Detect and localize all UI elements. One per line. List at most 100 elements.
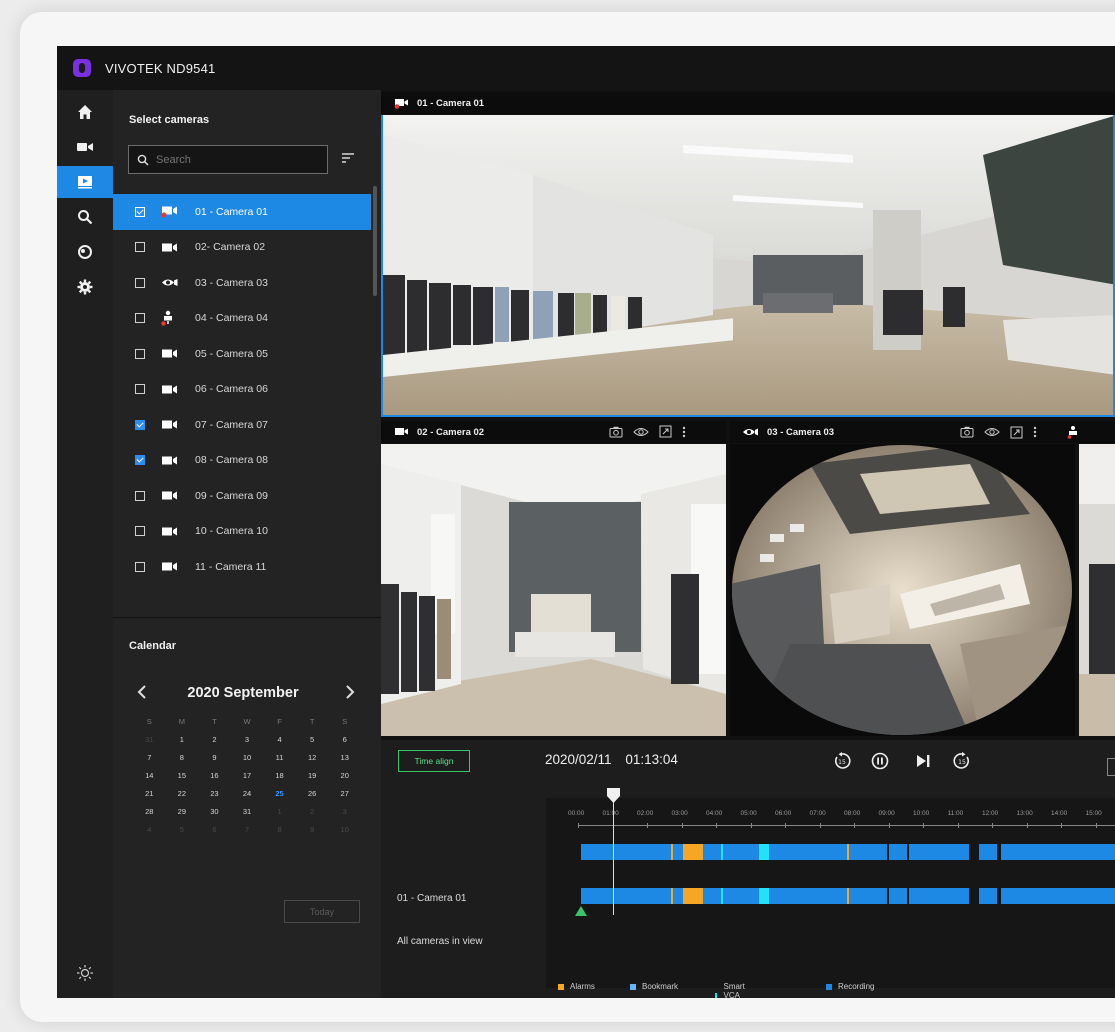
time-align-button[interactable]: Time align	[398, 750, 470, 772]
recording-bar-all-cameras[interactable]	[581, 888, 1115, 904]
calendar-day[interactable]: 18	[263, 770, 296, 781]
theme-toggle[interactable]	[57, 957, 113, 989]
calendar-prev-button[interactable]	[137, 684, 147, 705]
calendar-day[interactable]: 14	[133, 770, 166, 781]
camera-list-item[interactable]: 06 - Camera 06	[113, 372, 371, 408]
camera-list-item[interactable]: 02- Camera 02	[113, 230, 371, 266]
camera-list-item[interactable]: 05 - Camera 05	[113, 336, 371, 372]
alarm-segment[interactable]	[847, 888, 849, 904]
video-feed-camera-01[interactable]	[381, 115, 1115, 417]
today-button[interactable]: Today	[284, 900, 360, 923]
vca-segment[interactable]	[721, 888, 723, 904]
search-box[interactable]	[128, 145, 328, 174]
calendar-day[interactable]: 6	[198, 824, 231, 835]
alarm-segment[interactable]	[683, 888, 703, 904]
calendar-day[interactable]: 31	[133, 734, 166, 745]
video-feed-camera-04[interactable]	[1079, 444, 1115, 736]
calendar-day[interactable]: 8	[263, 824, 296, 835]
camera-checkbox[interactable]	[135, 206, 145, 217]
eye-icon[interactable]	[984, 426, 1000, 438]
alarm-segment[interactable]	[847, 844, 849, 860]
nav-playback[interactable]	[57, 166, 113, 198]
nav-settings[interactable]	[57, 271, 113, 303]
calendar-day[interactable]: 9	[296, 824, 329, 835]
camera-checkbox[interactable]	[135, 561, 145, 572]
eye-icon[interactable]	[633, 426, 649, 438]
vca-segment[interactable]	[721, 844, 723, 860]
search-input[interactable]	[154, 152, 318, 167]
calendar-day[interactable]: 10	[231, 752, 264, 763]
calendar-day[interactable]: 22	[166, 788, 199, 799]
fullscreen-icon[interactable]	[1010, 426, 1023, 439]
video-feed-camera-02[interactable]	[381, 444, 726, 736]
rewind-button[interactable]: 15	[833, 752, 851, 775]
calendar-day[interactable]: 1	[166, 734, 199, 745]
video-feed-camera-03[interactable]	[730, 444, 1075, 736]
calendar-day[interactable]: 2	[296, 806, 329, 817]
camera-list-item[interactable]: 01 - Camera 01	[113, 194, 371, 230]
calendar-day[interactable]: 3	[328, 806, 361, 817]
calendar-day[interactable]: 3	[231, 734, 264, 745]
fullscreen-icon[interactable]	[659, 425, 672, 438]
calendar-day[interactable]: 8	[166, 752, 199, 763]
calendar-next-button[interactable]	[345, 684, 355, 705]
snapshot-icon[interactable]	[609, 426, 623, 438]
calendar-day[interactable]: 30	[198, 806, 231, 817]
calendar-day[interactable]: 17	[231, 770, 264, 781]
calendar-day[interactable]: 15	[166, 770, 199, 781]
vca-segment[interactable]	[759, 844, 769, 860]
alarm-segment[interactable]	[671, 844, 673, 860]
calendar-day[interactable]: 5	[166, 824, 199, 835]
calendar-day[interactable]: 7	[231, 824, 264, 835]
camera-list-item[interactable]: 03 - Camera 03	[113, 265, 371, 301]
calendar-day[interactable]: 13	[328, 752, 361, 763]
calendar-day[interactable]: 4	[263, 734, 296, 745]
more-vertical-icon[interactable]	[682, 426, 686, 438]
camera-checkbox[interactable]	[135, 455, 145, 466]
calendar-day[interactable]: 11	[263, 752, 296, 763]
forward-button[interactable]: 15	[953, 752, 971, 775]
calendar-day[interactable]: 19	[296, 770, 329, 781]
recording-bar-camera-01[interactable]	[581, 844, 1115, 860]
calendar-day[interactable]: 20	[328, 770, 361, 781]
calendar-day[interactable]: 7	[133, 752, 166, 763]
playhead-handle-icon[interactable]	[607, 788, 620, 803]
snapshot-icon[interactable]	[960, 426, 974, 438]
calendar-day[interactable]: 29	[166, 806, 199, 817]
camera-checkbox[interactable]	[135, 526, 145, 537]
calendar-day[interactable]: 4	[133, 824, 166, 835]
zoom-control[interactable]	[1107, 758, 1115, 776]
camera-checkbox[interactable]	[135, 277, 145, 288]
calendar-day[interactable]: 28	[133, 806, 166, 817]
next-frame-button[interactable]	[915, 752, 931, 775]
filter-sort-icon[interactable]	[341, 152, 355, 164]
nav-search[interactable]	[57, 201, 113, 233]
calendar-day[interactable]: 25	[263, 788, 296, 799]
camera-checkbox[interactable]	[135, 242, 145, 253]
calendar-day[interactable]: 6	[328, 734, 361, 745]
camera-checkbox[interactable]	[135, 313, 145, 324]
alarm-segment[interactable]	[671, 888, 673, 904]
calendar-day[interactable]: 21	[133, 788, 166, 799]
calendar-day[interactable]: 5	[296, 734, 329, 745]
camera-list-item[interactable]: 07 - Camera 07	[113, 407, 371, 443]
start-marker-icon[interactable]	[575, 906, 587, 916]
calendar-day[interactable]: 12	[296, 752, 329, 763]
nav-home[interactable]	[57, 96, 113, 128]
calendar-day[interactable]: 23	[198, 788, 231, 799]
camera-checkbox[interactable]	[135, 490, 145, 501]
nav-live-view[interactable]	[57, 131, 113, 163]
pause-button[interactable]	[871, 752, 889, 775]
timeline-track-area[interactable]: 00:00 01:00 02:00 03:00 04:00 05:00 06:00 07:00…	[546, 788, 1115, 998]
camera-list-scrollbar[interactable]	[373, 186, 377, 296]
camera-list-item[interactable]: 09 - Camera 09	[113, 478, 371, 514]
calendar-day[interactable]: 9	[198, 752, 231, 763]
camera-checkbox[interactable]	[135, 419, 145, 430]
camera-checkbox[interactable]	[135, 348, 145, 359]
calendar-day[interactable]: 10	[328, 824, 361, 835]
calendar-day[interactable]: 26	[296, 788, 329, 799]
calendar-day[interactable]: 27	[328, 788, 361, 799]
camera-list-item[interactable]: 10 - Camera 10	[113, 514, 371, 550]
calendar-day[interactable]: 2	[198, 734, 231, 745]
alarm-segment[interactable]	[683, 844, 703, 860]
